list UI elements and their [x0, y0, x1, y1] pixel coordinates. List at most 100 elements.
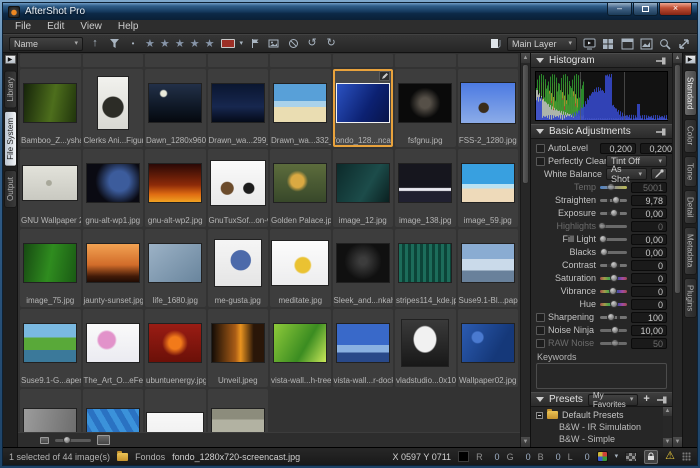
tab-standard[interactable]: Standard: [684, 70, 697, 116]
thumbnail-larger-icon[interactable]: [97, 435, 110, 445]
tab-output[interactable]: Output: [4, 170, 17, 208]
sharpening-value[interactable]: 100: [631, 312, 667, 323]
grid-scrollbar[interactable]: ▲ ▼: [520, 53, 530, 447]
thumbnail-cell[interactable]: Drawn_wa...299_.jpg: [208, 69, 269, 147]
thumbnail-cell[interactable]: vladstudio...0x1024.jpg: [395, 309, 456, 387]
scroll-up-button[interactable]: ▲: [521, 53, 530, 63]
scroll-up-button[interactable]: ▲: [663, 407, 672, 416]
basic-adjustments-header[interactable]: Basic Adjustments: [531, 124, 672, 139]
scroll-down-button[interactable]: ▼: [663, 438, 672, 447]
highlights-slider[interactable]: [600, 225, 627, 228]
preview-view-icon[interactable]: [639, 37, 653, 51]
perfectly-clear-checkbox[interactable]: [536, 157, 545, 166]
right-panel-collapse-button[interactable]: ▶: [685, 55, 696, 64]
pin-icon[interactable]: [656, 57, 667, 65]
sharpening-slider-thumb[interactable]: [607, 313, 615, 321]
raw-noise-checkbox[interactable]: [536, 339, 545, 348]
panel-scrollbar[interactable]: ▲ ▼: [672, 53, 682, 447]
thumbnail-cell[interactable]: GNU Wallpaper 2.jpg: [20, 149, 81, 227]
thumbnail-cell-partial[interactable]: [333, 54, 394, 67]
thumbnail-cell-partial[interactable]: [83, 54, 144, 67]
raw-noise-slider-thumb[interactable]: [611, 339, 619, 347]
flag-photo-icon[interactable]: [267, 37, 281, 51]
soft-proof-icon[interactable]: [625, 452, 637, 462]
white-balance-dropdown[interactable]: As Shot ▾: [606, 168, 647, 180]
eyedropper-button[interactable]: [651, 168, 667, 180]
tab-file-system[interactable]: File System: [4, 111, 17, 167]
temp-slider[interactable]: [600, 186, 627, 189]
current-folder[interactable]: Fondos: [135, 452, 165, 462]
hue-slider-thumb[interactable]: [610, 300, 618, 308]
thumbnail-cell[interactable]: life_1680.jpg: [145, 229, 206, 307]
layers-icon[interactable]: [488, 37, 502, 51]
presets-scrollbar[interactable]: ▲ ▼: [663, 407, 672, 447]
preset-item-default-presets[interactable]: Default Presets: [536, 409, 663, 421]
scroll-up-button[interactable]: ▲: [673, 53, 682, 63]
exposure-value[interactable]: 0,00: [631, 208, 667, 219]
scroll-down-button[interactable]: ▼: [521, 437, 530, 447]
no-flag-icon[interactable]: [286, 37, 300, 51]
sharpening-slider[interactable]: [600, 316, 627, 319]
contrast-value[interactable]: 0: [631, 260, 667, 271]
pin-icon[interactable]: [657, 396, 668, 404]
exposure-slider-thumb[interactable]: [610, 209, 618, 217]
thumbnail-cell-partial[interactable]: [145, 54, 206, 67]
rating-dot-icon[interactable]: •: [126, 37, 140, 51]
vibrance-slider-thumb[interactable]: [609, 287, 617, 295]
thumbnail-cell[interactable]: gnu-alt-wp2.jpg: [145, 149, 206, 227]
thumbnail-cell[interactable]: Suse9.1-Bl...papers.jpg: [458, 229, 519, 307]
scroll-down-button[interactable]: ▼: [673, 437, 682, 447]
fill-light-slider[interactable]: [600, 238, 627, 241]
presets-header[interactable]: Presets My Favorites ▾ +: [531, 392, 672, 407]
hue-slider[interactable]: [600, 303, 627, 306]
tab-library[interactable]: Library: [4, 70, 17, 108]
noise-ninja-slider[interactable]: [600, 329, 627, 332]
add-preset-button[interactable]: +: [643, 394, 649, 405]
autolevel-value-1[interactable]: 0,200: [600, 143, 636, 154]
thumbnail-cell[interactable]: Drawn_wa...332_.jpg: [270, 69, 331, 147]
saturation-slider[interactable]: [600, 277, 627, 280]
blacks-slider-thumb[interactable]: [600, 248, 608, 256]
thumbnail-cell-partial[interactable]: [458, 54, 519, 67]
blacks-slider[interactable]: [600, 251, 627, 254]
preset-item-b-w-ir-simulation[interactable]: B&W - IR Simulation: [536, 421, 663, 433]
straighten-slider-thumb[interactable]: [612, 196, 620, 204]
histogram-header[interactable]: Histogram: [531, 53, 672, 68]
color-label-dropdown-icon[interactable]: ▾: [240, 40, 244, 47]
blacks-value[interactable]: 0,00: [631, 247, 667, 258]
tab-color[interactable]: Color: [684, 119, 697, 152]
noise-ninja-slider-thumb[interactable]: [611, 326, 619, 334]
thumbnail-cell[interactable]: Sleek_and...nkahn.jpg: [333, 229, 394, 307]
thumbnail-cell-partial[interactable]: [20, 54, 81, 67]
thumbnail-cell-partial[interactable]: [395, 54, 456, 67]
tab-plugins[interactable]: Plugins: [684, 278, 697, 318]
thumbnail-cell[interactable]: GnuTuxSof...on-v1.jpg: [208, 149, 269, 227]
thumbnail-cell[interactable]: gnu-alt-wp1.jpg: [83, 149, 144, 227]
noise-ninja-value[interactable]: 10,00: [631, 325, 667, 336]
saturation-value[interactable]: 0: [631, 273, 667, 284]
color-management-dropdown-icon[interactable]: ▾: [615, 453, 619, 460]
fill-light-slider-thumb[interactable]: [599, 235, 607, 243]
autolevel-value-2[interactable]: 0,200: [640, 143, 672, 154]
resize-grip[interactable]: [682, 452, 691, 461]
thumbnail-size-slider[interactable]: [55, 439, 91, 442]
rotate-right-icon[interactable]: ↻: [324, 37, 338, 51]
thumbnail-cell[interactable]: Wallpaper02.jpg: [458, 309, 519, 387]
thumbnail-view-icon[interactable]: [620, 37, 634, 51]
slideshow-icon[interactable]: [582, 37, 596, 51]
saturation-slider-thumb[interactable]: [610, 274, 618, 282]
lock-toggle[interactable]: [644, 450, 658, 464]
highlights-value[interactable]: 0: [631, 221, 667, 232]
raw-noise-value[interactable]: 50: [631, 338, 667, 349]
temp-value[interactable]: 5001: [631, 182, 667, 193]
straighten-slider[interactable]: [600, 199, 627, 202]
thumbnail-cell[interactable]: [20, 389, 81, 432]
maximize-button[interactable]: [633, 3, 658, 16]
menu-edit[interactable]: Edit: [39, 21, 72, 32]
filter-icon[interactable]: [107, 37, 121, 51]
menu-file[interactable]: File: [7, 21, 39, 32]
thumbnail-smaller-icon[interactable]: [40, 437, 49, 444]
thumbnail-size-slider-thumb[interactable]: [63, 436, 71, 444]
preset-item-b-w-simple[interactable]: B&W - Simple: [536, 433, 663, 445]
fill-light-value[interactable]: 0,00: [631, 234, 667, 245]
